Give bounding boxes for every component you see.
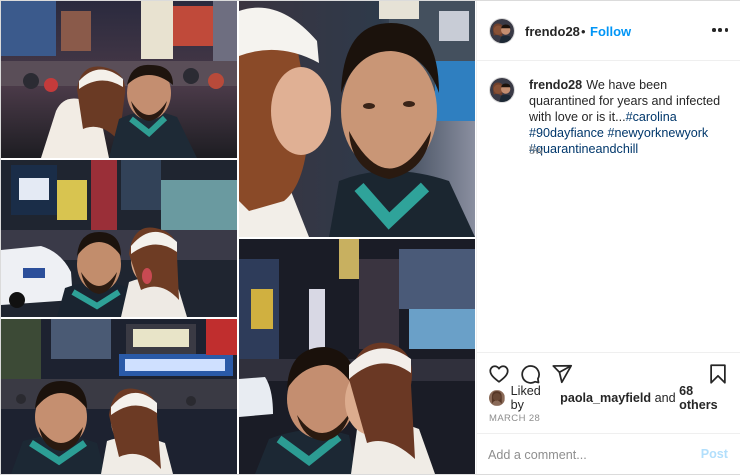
- hashtag-link[interactable]: #90dayfiance: [529, 126, 604, 140]
- share-icon[interactable]: [551, 363, 573, 385]
- collage-photo-kiss-on-cheek[interactable]: [239, 1, 475, 237]
- post-comment-button[interactable]: Post: [701, 447, 728, 461]
- post-header: frendo28 • Follow: [477, 1, 740, 61]
- post-date[interactable]: MARCH 28: [489, 413, 540, 424]
- collage-photo-couple-selfie[interactable]: [1, 1, 237, 158]
- hashtag-link[interactable]: #quarantineandchill: [529, 142, 638, 156]
- hashtag-link[interactable]: #carolina: [626, 110, 677, 124]
- caption-username[interactable]: frendo28: [529, 78, 582, 92]
- post-caption: frendo28 We have been quarantined for yea…: [529, 77, 729, 157]
- author-username[interactable]: frendo28: [525, 24, 580, 39]
- follow-button[interactable]: Follow: [590, 24, 631, 39]
- comment-form: Post: [477, 433, 740, 475]
- liker-username[interactable]: paola_mayfield: [560, 391, 651, 405]
- caption-author-avatar[interactable]: [489, 77, 515, 103]
- comment-input[interactable]: [488, 446, 688, 464]
- caption-age[interactable]: 5w: [529, 145, 543, 157]
- heart-icon[interactable]: [488, 363, 510, 385]
- comment-icon[interactable]: [519, 363, 541, 385]
- more-horizontal-icon[interactable]: [712, 23, 728, 37]
- instagram-post-card: frendo28 • Follow frendo28 We have been q…: [0, 0, 740, 475]
- collage-photo-couple-kiss[interactable]: [239, 239, 475, 474]
- likes-others-link[interactable]: 68 others: [679, 384, 734, 412]
- bookmark-icon[interactable]: [707, 363, 729, 385]
- header-separator: •: [581, 24, 586, 39]
- author-avatar[interactable]: [489, 18, 515, 44]
- likes-conjunction: and: [654, 391, 676, 405]
- collage-photo-nypd-times-square[interactable]: [1, 319, 237, 474]
- hashtag-link[interactable]: #newyorknewyork: [607, 126, 708, 140]
- photo-collage[interactable]: [1, 1, 475, 474]
- liker-avatar[interactable]: [489, 390, 505, 406]
- likes-summary: Liked by paola_mayfield and 68 others: [489, 384, 734, 412]
- post-sidebar: frendo28 • Follow frendo28 We have been q…: [476, 1, 740, 474]
- collage-photo-nypd-car[interactable]: [1, 160, 237, 317]
- likes-prefix: Liked by: [510, 384, 541, 412]
